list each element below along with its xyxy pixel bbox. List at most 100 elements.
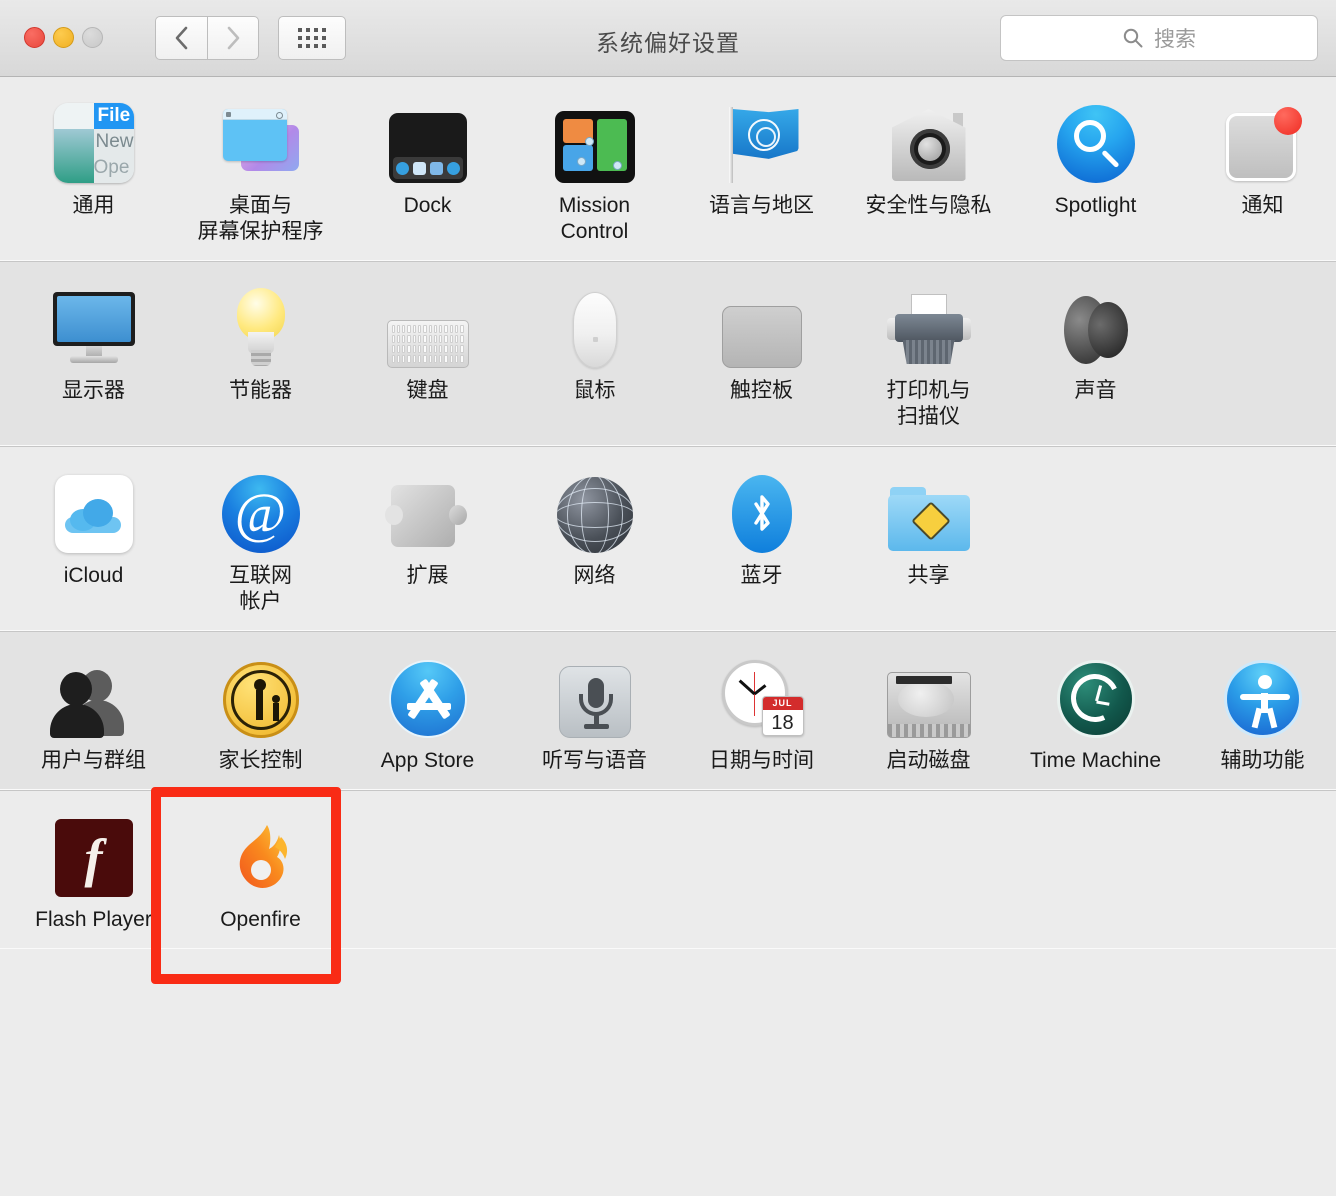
pref-pane-label: 安全性与隐私 (865, 194, 992, 217)
pref-pane-flash-player[interactable]: f Flash Player (10, 813, 177, 933)
bluetooth-glyph-icon (753, 495, 770, 531)
pref-pane-label: Spotlight (1054, 194, 1137, 217)
pref-pane-desktop-screensaver[interactable]: 桌面与 屏幕保护程序 (177, 99, 344, 245)
pref-pane-label: 声音 (1074, 379, 1117, 402)
pref-pane-icloud[interactable]: iCloud (10, 469, 177, 615)
openfire-flame-icon (239, 825, 287, 888)
pref-pane-label: Dock (403, 194, 452, 217)
preference-panes-grid: File New Ope 通用 桌面与 屏幕保护程序 Dock Mission … (0, 77, 1336, 1196)
pref-pane-sound[interactable]: 声音 (1012, 284, 1179, 430)
general-icon-text-open: Ope (93, 157, 130, 178)
pref-pane-label: Mission Control (558, 194, 631, 243)
pref-pane-label: 家长控制 (218, 749, 303, 772)
pref-pane-label: iCloud (63, 564, 124, 587)
pref-pane-keyboard[interactable]: 键盘 (344, 284, 511, 430)
extensions-icon (384, 469, 470, 553)
openfire-icon (219, 813, 303, 897)
sharing-icon (887, 469, 971, 553)
display-icon (52, 284, 136, 368)
pref-pane-label: Flash Player (35, 908, 152, 931)
pref-pane-label: 节能器 (229, 379, 292, 402)
grid-icon (298, 28, 326, 48)
forward-button[interactable] (207, 16, 259, 60)
pref-pane-openfire[interactable]: Openfire (151, 787, 344, 984)
mission-control-icon (553, 99, 637, 183)
chevron-left-icon (175, 26, 187, 50)
calendar-month-label: JUL (762, 697, 803, 710)
chevron-right-icon (227, 26, 240, 50)
pref-pane-printers-scanners[interactable]: 打印机与 扫描仪 (845, 284, 1012, 430)
pref-pane-network[interactable]: 网络 (511, 469, 678, 615)
security-icon (887, 99, 971, 183)
app-store-icon (386, 654, 470, 738)
pref-pane-extensions[interactable]: 扩展 (344, 469, 511, 615)
pref-pane-label: 通用 (72, 194, 115, 217)
pref-pane-accessibility[interactable]: 辅助功能 (1179, 654, 1336, 774)
icloud-icon (52, 469, 136, 553)
pref-pane-label: 显示器 (62, 379, 125, 402)
pref-pane-trackpad[interactable]: 触控板 (678, 284, 845, 430)
printer-icon (886, 284, 971, 368)
pref-pane-displays[interactable]: 显示器 (10, 284, 177, 430)
pref-pane-mouse[interactable]: 鼠标 (511, 284, 678, 430)
trackpad-icon (720, 284, 804, 368)
energy-icon (219, 284, 303, 368)
bluetooth-icon (720, 469, 804, 553)
pref-pane-general[interactable]: File New Ope 通用 (10, 99, 177, 245)
time-machine-icon (1054, 654, 1138, 738)
calendar-day-label: 18 (771, 712, 794, 734)
pref-pane-label: 听写与语音 (542, 749, 647, 772)
general-icon-text-file: File (97, 105, 131, 126)
section-personal: File New Ope 通用 桌面与 屏幕保护程序 Dock Mission … (0, 77, 1336, 262)
pref-pane-language-region[interactable]: 语言与地区 (678, 99, 845, 245)
search-icon (1123, 28, 1143, 48)
search-placeholder: 搜索 (1154, 28, 1196, 51)
pref-pane-bluetooth[interactable]: 蓝牙 (678, 469, 845, 615)
general-icon: File New Ope (52, 99, 136, 183)
navigation-buttons (155, 16, 259, 60)
pref-pane-time-machine[interactable]: Time Machine (1012, 654, 1179, 774)
desktop-icon (219, 99, 303, 183)
pref-pane-label: 辅助功能 (1220, 749, 1305, 772)
pref-pane-dock[interactable]: Dock (344, 99, 511, 245)
pref-pane-security-privacy[interactable]: 安全性与隐私 (845, 99, 1012, 245)
pref-pane-sharing[interactable]: 共享 (845, 469, 1012, 615)
show-all-button[interactable] (278, 16, 346, 60)
parental-icon (219, 654, 303, 738)
pref-pane-startup-disk[interactable]: 启动磁盘 (845, 654, 1012, 774)
pref-pane-parental-controls[interactable]: 家长控制 (177, 654, 344, 774)
language-region-icon (720, 99, 804, 183)
pref-pane-dictation-speech[interactable]: 听写与语音 (511, 654, 678, 774)
pref-pane-internet-accounts[interactable]: @ 互联网 帐户 (177, 469, 344, 615)
traffic-lights (24, 27, 103, 48)
zoom-window-button[interactable] (82, 27, 103, 48)
section-hardware: 显示器 节能器 键盘 鼠标 触控板 打印机与 扫描仪 声音 (0, 262, 1336, 447)
spotlight-icon (1054, 99, 1138, 183)
pref-pane-notifications[interactable]: 通知 (1179, 99, 1336, 245)
pref-pane-mission-control[interactable]: Mission Control (511, 99, 678, 245)
pref-pane-label: 桌面与 屏幕保护程序 (197, 194, 324, 243)
users-groups-icon (49, 654, 136, 738)
section-other: f Flash Player Openfire (0, 787, 1336, 984)
pref-pane-label: 启动磁盘 (886, 749, 971, 772)
pref-pane-energy-saver[interactable]: 节能器 (177, 284, 344, 430)
pref-pane-users-groups[interactable]: 用户与群组 (10, 654, 177, 774)
date-time-icon: JUL 18 (720, 654, 804, 738)
internet-accounts-icon: @ (219, 469, 303, 553)
minimize-window-button[interactable] (53, 27, 74, 48)
pref-pane-app-store[interactable]: App Store (344, 654, 511, 774)
pref-pane-label: Time Machine (1029, 749, 1162, 772)
back-button[interactable] (155, 16, 207, 60)
pref-pane-label: 互联网 帐户 (229, 564, 292, 613)
search-input[interactable]: 搜索 (1000, 15, 1318, 61)
accessibility-icon (1221, 654, 1305, 738)
section-internet-wireless: iCloud @ 互联网 帐户 扩展 网络 蓝牙 共享 (0, 447, 1336, 632)
close-window-button[interactable] (24, 27, 45, 48)
pref-pane-spotlight[interactable]: Spotlight (1012, 99, 1179, 245)
pref-pane-label: 网络 (573, 564, 616, 587)
window-titlebar: 系统偏好设置 搜索 (0, 0, 1336, 77)
keyboard-icon (386, 284, 470, 368)
sound-icon (1054, 284, 1138, 368)
pref-pane-label: 键盘 (406, 379, 449, 402)
pref-pane-date-time[interactable]: JUL 18 日期与时间 (678, 654, 845, 774)
